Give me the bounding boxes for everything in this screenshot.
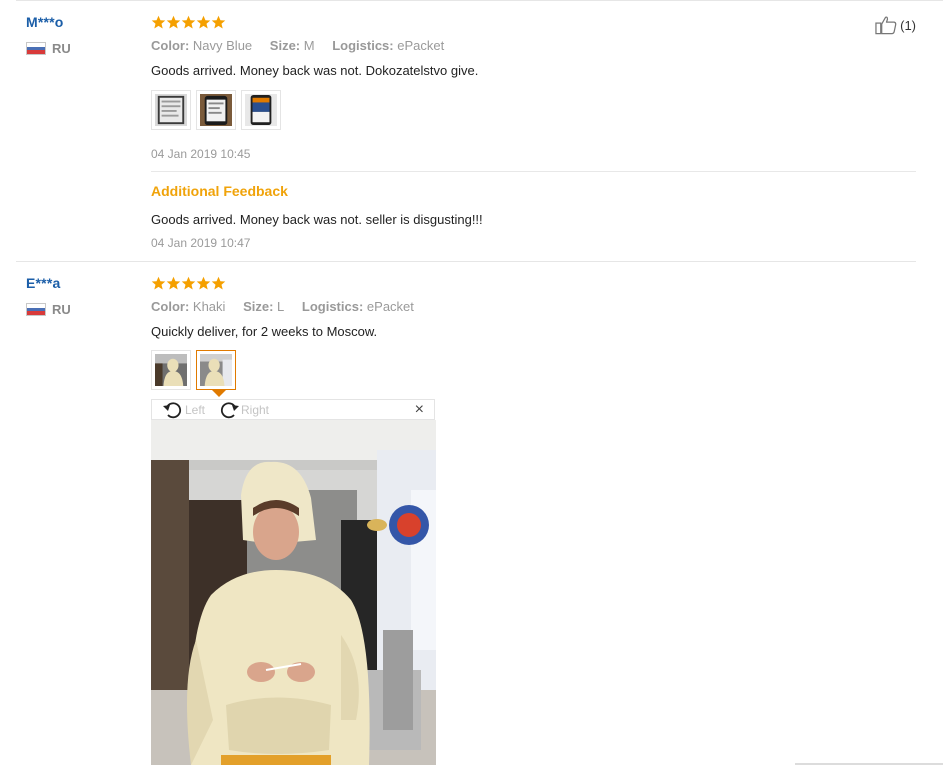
attr-label: Color: (151, 38, 190, 53)
divider (151, 171, 916, 172)
reviewer-country: RU (26, 41, 71, 56)
review-item: E***a RU Color: Khaki Size: L Logistics:… (0, 262, 943, 765)
order-attributes: Color: Navy Blue Size: M Logistics: ePac… (151, 38, 458, 53)
review-photo-thumb[interactable] (196, 90, 236, 130)
star-icon (166, 276, 181, 290)
flag-ru-icon (26, 42, 46, 55)
star-icon (151, 276, 166, 290)
attr-label: Size: (243, 299, 274, 314)
close-icon[interactable]: × (415, 401, 424, 419)
attr-value: Khaki (192, 299, 226, 314)
star-rating (151, 276, 226, 291)
helpful-button[interactable]: (1) (875, 15, 916, 35)
review-photo-thumb[interactable] (241, 90, 281, 130)
photo-image (155, 354, 187, 386)
attr-value: Navy Blue (192, 38, 253, 53)
photo-image (200, 94, 232, 126)
reviewer-country: RU (26, 302, 71, 317)
review-photo-thumb[interactable] (151, 350, 191, 390)
order-attributes: Color: Khaki Size: L Logistics: ePacket (151, 299, 428, 314)
photo-image (200, 354, 232, 386)
rotate-left-icon (163, 402, 182, 419)
attr-label: Color: (151, 299, 190, 314)
country-code: RU (52, 302, 71, 317)
review-photos (151, 350, 236, 390)
attr-value: L (277, 299, 285, 314)
rotate-right-icon (220, 402, 239, 419)
star-icon (151, 15, 166, 29)
viewer-pointer (212, 390, 226, 397)
attr-label: Logistics: (301, 299, 364, 314)
helpful-count: (1) (900, 17, 916, 33)
rotate-left-button[interactable]: Left (162, 400, 205, 420)
star-icon (166, 15, 181, 29)
additional-feedback-text: Goods arrived. Money back was not. selle… (151, 212, 483, 227)
additional-feedback-title: Additional Feedback (151, 183, 288, 199)
star-icon (211, 15, 226, 29)
star-icon (196, 15, 211, 29)
review-item: M***o RU Color: Navy Blue Size: M Logist… (0, 0, 943, 262)
flag-ru-icon (26, 303, 46, 316)
rotate-left-label: Left (185, 403, 206, 417)
review-photo-thumb[interactable] (151, 90, 191, 130)
thumbs-up-icon (875, 16, 897, 35)
attr-value: M (303, 38, 315, 53)
review-text: Goods arrived. Money back was not. Dokoz… (151, 63, 479, 78)
attr-label: Logistics: (332, 38, 394, 53)
review-photos (151, 90, 281, 130)
star-icon (181, 276, 196, 290)
review-text: Quickly deliver, for 2 weeks to Moscow. (151, 324, 378, 339)
photo-image (155, 94, 187, 126)
image-viewer-toolbar: Left Right × (151, 399, 435, 420)
reviewer-name[interactable]: M***o (26, 14, 64, 30)
attr-label: Size: (269, 38, 301, 53)
photo-image (245, 94, 277, 126)
review-date: 04 Jan 2019 10:45 (151, 147, 251, 161)
review-photo-thumb-selected[interactable] (196, 350, 236, 390)
enlarged-review-photo (151, 420, 436, 765)
star-icon (196, 276, 211, 290)
star-icon (181, 15, 196, 29)
star-rating (151, 15, 226, 30)
reviewer-name[interactable]: E***a (26, 275, 60, 291)
rotate-right-label: Right (241, 403, 270, 417)
country-code: RU (52, 41, 71, 56)
additional-feedback-date: 04 Jan 2019 10:47 (151, 236, 251, 250)
rotate-right-button[interactable]: Right (218, 400, 269, 420)
attr-value: ePacket (366, 299, 414, 314)
attr-value: ePacket (397, 38, 445, 53)
star-icon (211, 276, 226, 290)
